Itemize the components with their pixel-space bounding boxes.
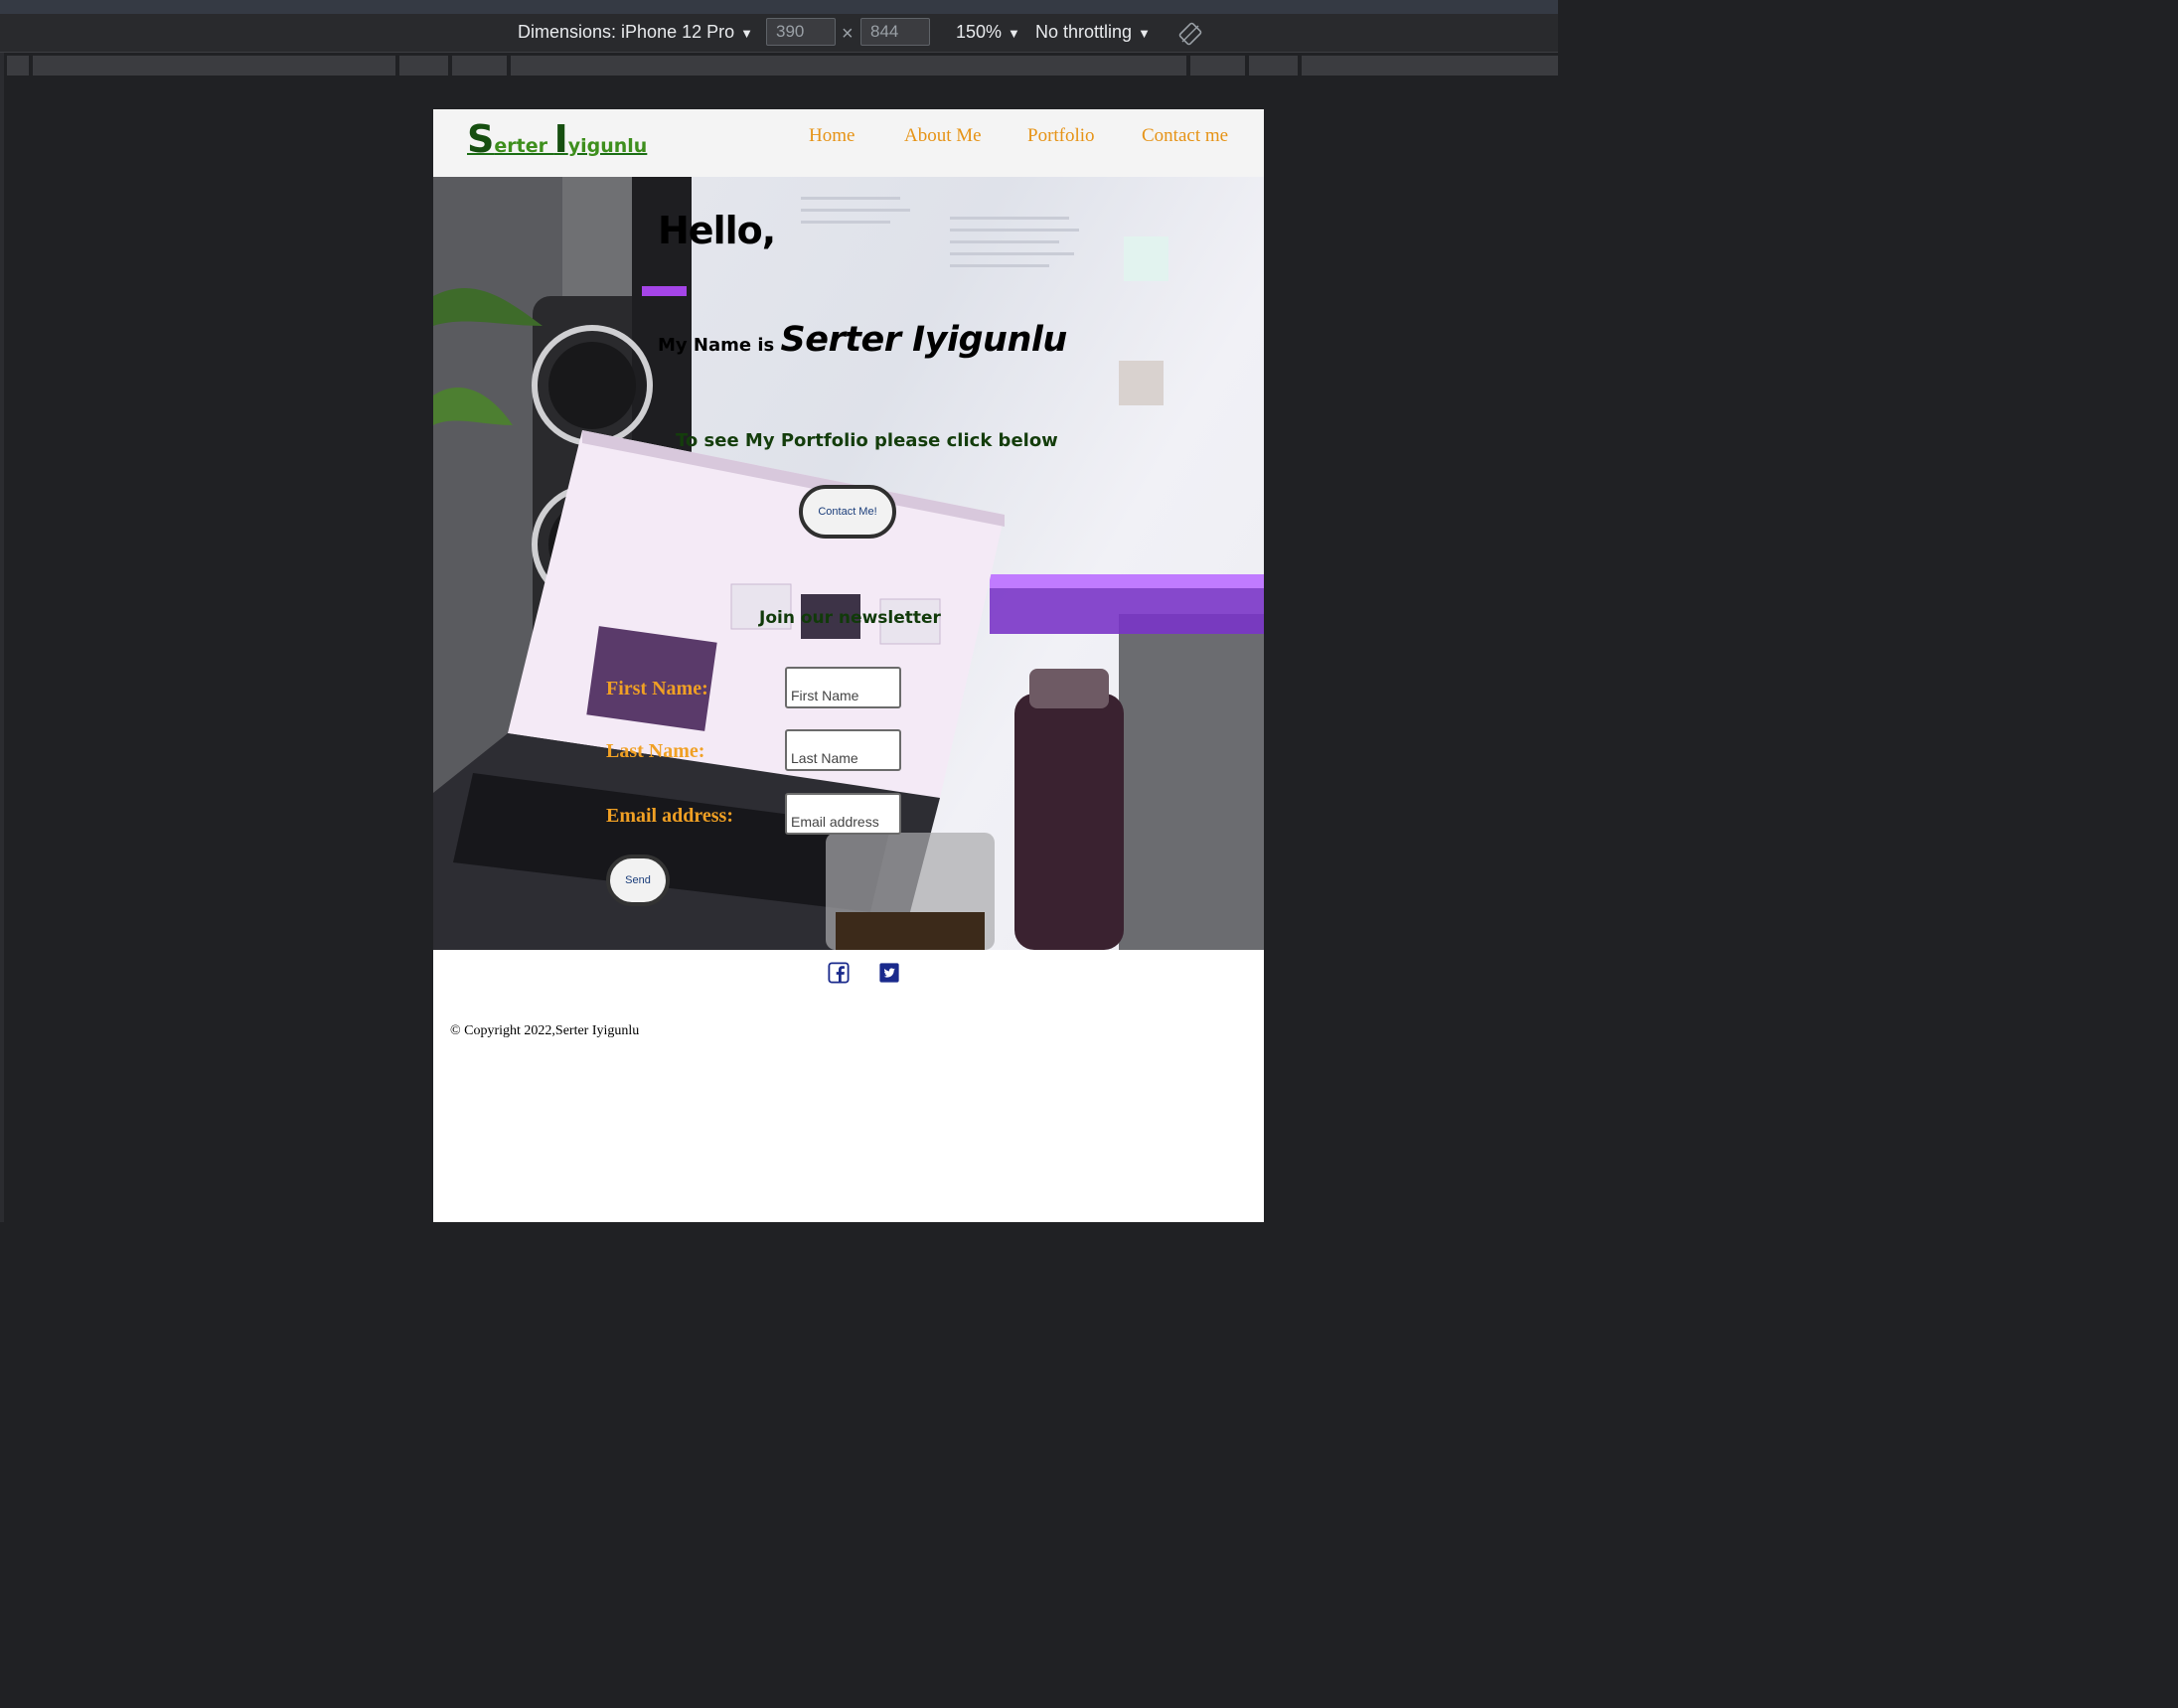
contact-me-button[interactable]: Contact Me! — [799, 485, 896, 539]
media-query-segment[interactable] — [1249, 56, 1298, 76]
nav-link-home[interactable]: Home — [809, 125, 855, 147]
throttling-select[interactable]: No throttling ▼ — [1035, 22, 1151, 43]
width-input[interactable]: 390 — [766, 18, 836, 46]
nav-link-portfolio[interactable]: Portfolio — [1027, 125, 1095, 147]
nav-link-contact-me[interactable]: Contact me — [1142, 125, 1228, 147]
hero-section: Hello, My Name is Serter Iyigunlu To see… — [433, 177, 1264, 950]
facebook-icon[interactable] — [828, 962, 850, 984]
height-input[interactable]: 844 — [860, 18, 930, 46]
media-query-segment[interactable] — [7, 56, 29, 76]
send-button[interactable]: Send — [606, 854, 670, 906]
browser-top-strip — [0, 0, 1558, 14]
chevron-down-icon: ▼ — [1008, 26, 1020, 41]
panel-edge — [0, 53, 4, 1222]
first-name-label: First Name: — [606, 678, 708, 699]
portfolio-prompt: To see My Portfolio please click below — [676, 430, 1058, 451]
nav-link-about-me[interactable]: About Me — [904, 125, 982, 147]
logo-letter-s: S — [467, 117, 495, 161]
chevron-down-icon: ▼ — [1138, 26, 1151, 41]
hero-name-line: My Name is Serter Iyigunlu — [658, 320, 1067, 360]
device-dimensions-select[interactable]: Dimensions: iPhone 12 Pro ▼ — [518, 22, 753, 43]
logo-text-erter: erter — [494, 135, 554, 157]
device-dimensions-label: Dimensions: iPhone 12 Pro — [518, 22, 735, 42]
hero-greeting: Hello, — [658, 209, 776, 252]
last-name-field[interactable] — [785, 729, 901, 771]
logo-letter-i: I — [553, 117, 568, 161]
rotate-icon[interactable] — [1178, 22, 1202, 46]
media-query-segment[interactable] — [511, 56, 1186, 76]
media-query-bar — [0, 53, 1558, 78]
media-query-segment[interactable] — [452, 56, 507, 76]
device-toolbar: Dimensions: iPhone 12 Pro ▼ 390 × 844 150… — [0, 14, 1558, 53]
email-field[interactable] — [785, 793, 901, 835]
media-query-segment[interactable] — [1190, 56, 1245, 76]
zoom-select[interactable]: 150% ▼ — [956, 22, 1020, 43]
media-query-segment[interactable] — [1302, 56, 1558, 76]
copyright-text: © Copyright 2022,Serter Iyigunlu — [450, 1023, 640, 1038]
hero-name-prefix: My Name is — [658, 335, 781, 356]
site-logo[interactable]: Serter Iyigunlu — [467, 117, 647, 161]
first-name-field[interactable] — [785, 667, 901, 708]
newsletter-title: Join our newsletter — [759, 608, 941, 628]
times-icon: × — [842, 23, 854, 45]
media-query-segment[interactable] — [33, 56, 395, 76]
throttling-label: No throttling — [1035, 22, 1133, 42]
zoom-label: 150% — [956, 22, 1003, 42]
twitter-icon[interactable] — [878, 962, 900, 984]
site-navbar: Serter Iyigunlu Home About Me Portfolio … — [433, 109, 1264, 177]
chevron-down-icon: ▼ — [740, 26, 753, 41]
media-query-segment[interactable] — [399, 56, 448, 76]
device-viewport: Serter Iyigunlu Home About Me Portfolio … — [433, 109, 1264, 1222]
hero-name: Serter Iyigunlu — [780, 320, 1068, 360]
last-name-label: Last Name: — [606, 740, 705, 762]
email-label: Email address: — [606, 805, 733, 827]
logo-text-yigunlu: yigunlu — [567, 135, 648, 157]
